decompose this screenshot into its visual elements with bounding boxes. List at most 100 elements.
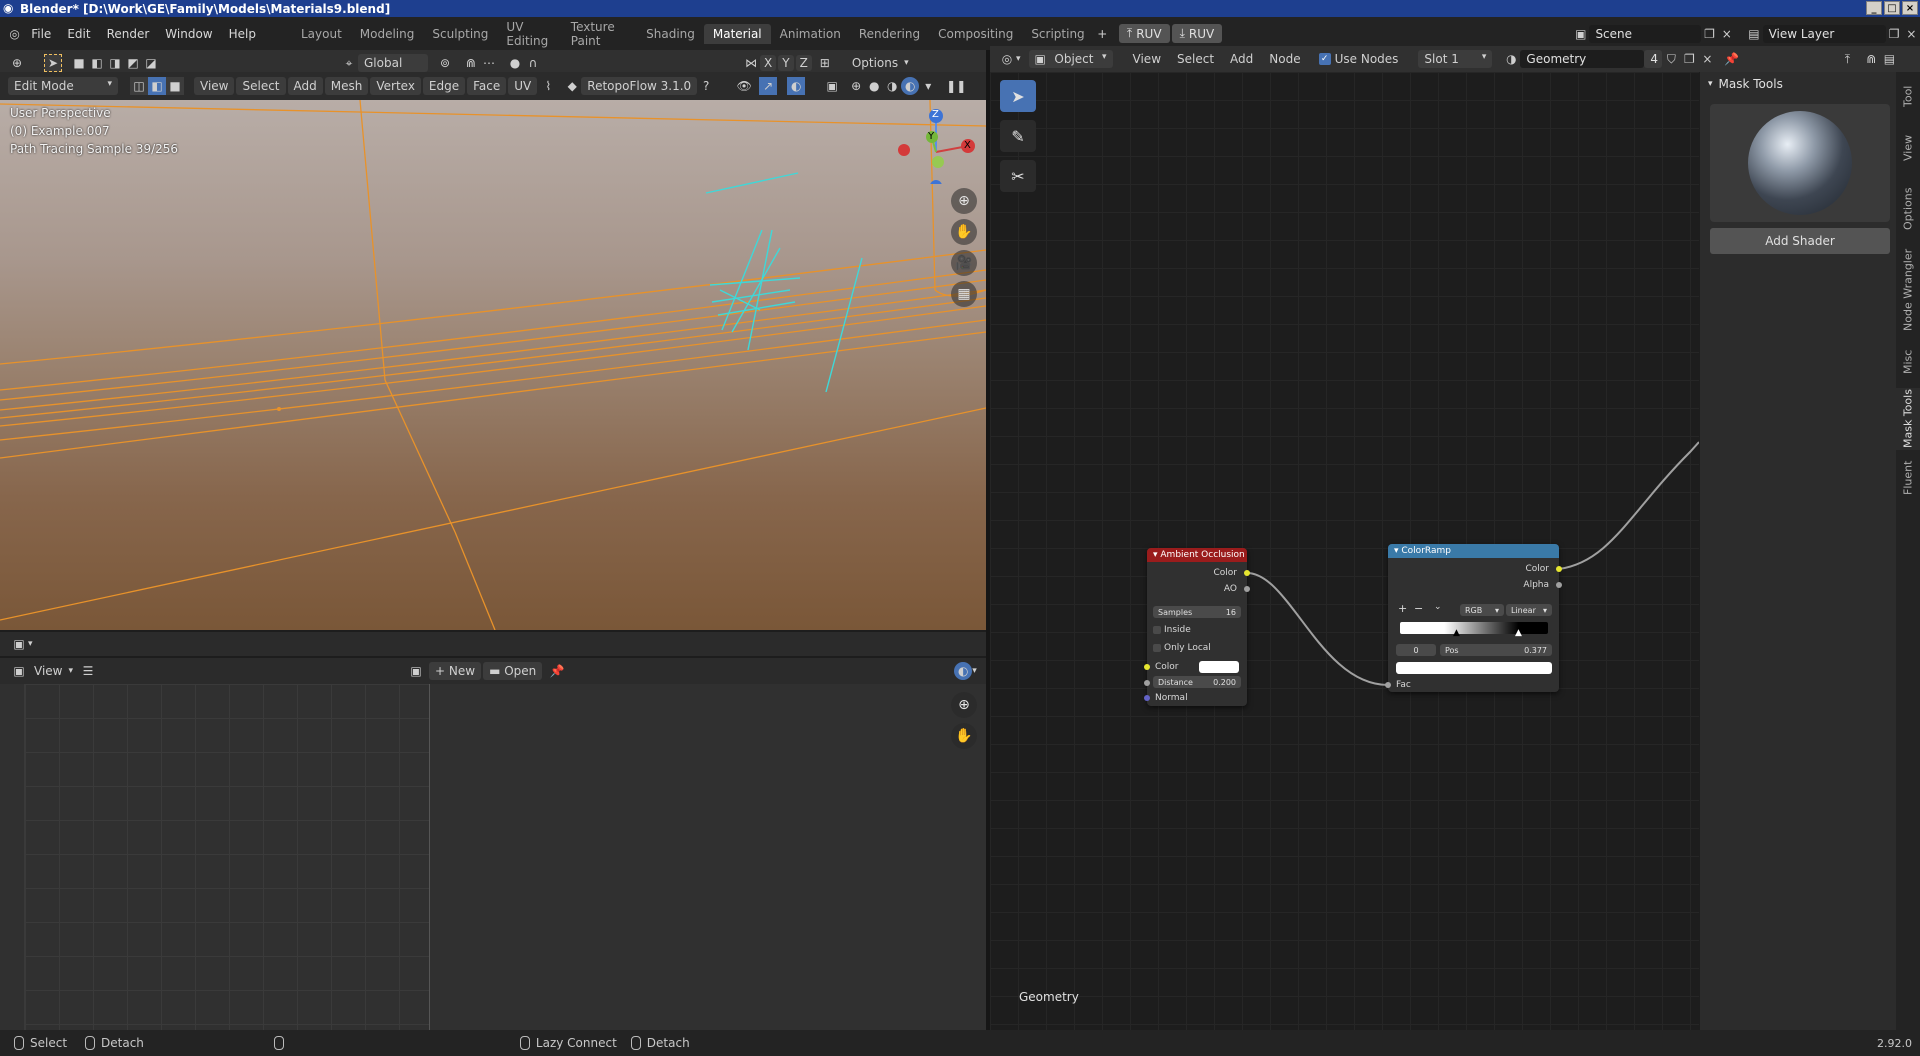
node-menu-node[interactable]: Node: [1263, 50, 1306, 68]
node-editor[interactable]: ➤ ✎ ✂ ▾ Ambient Occlusion Color AO Sampl…: [990, 72, 1699, 1030]
options-dropdown[interactable]: Options: [846, 54, 904, 72]
unlink-material-icon[interactable]: ×: [1698, 50, 1716, 68]
close-window-button[interactable]: ×: [1902, 1, 1918, 15]
solid-shading-icon[interactable]: ●: [865, 77, 883, 95]
scene-icon[interactable]: ▣: [1572, 25, 1589, 43]
pivot-point-icon[interactable]: ⊚: [436, 54, 454, 72]
node-menu-view[interactable]: View: [1127, 50, 1167, 68]
editor-type-icon[interactable]: ⊕: [8, 54, 26, 72]
face-select-icon[interactable]: ■: [166, 77, 184, 95]
shader-type-dropdown[interactable]: ▣ Object ▾: [1028, 50, 1113, 68]
view-layer-field[interactable]: View Layer: [1762, 24, 1886, 43]
ramp-stop-color-swatch[interactable]: [1396, 662, 1552, 674]
material-name-field[interactable]: Geometry: [1520, 50, 1645, 68]
pan-hand-icon[interactable]: ✋: [951, 219, 977, 245]
3d-viewport[interactable]: User Perspective (0) Example.007 Path Tr…: [0, 100, 986, 630]
snap-icon[interactable]: ⋒: [462, 54, 480, 72]
snap-options-icon[interactable]: ▤: [1880, 50, 1898, 68]
workspace-tab-animation[interactable]: Animation: [771, 24, 850, 44]
sidebar-tab-misc[interactable]: Misc: [1896, 342, 1920, 382]
ramp-gradient-bar[interactable]: [1400, 622, 1548, 634]
wireframe-shading-icon[interactable]: ⊕: [847, 77, 865, 95]
slot-dropdown[interactable]: Slot 1 ▾: [1418, 50, 1493, 68]
viewport-menu-view[interactable]: View: [194, 77, 235, 95]
workspace-tab-compositing[interactable]: Compositing: [929, 24, 1022, 44]
viewport-menu-mesh[interactable]: Mesh: [324, 77, 369, 95]
viewport-menu-add[interactable]: Add: [287, 77, 323, 95]
xray-icon[interactable]: ▣: [823, 77, 841, 95]
auto-merge-icon[interactable]: ⊞: [816, 54, 834, 72]
rendered-shading-icon[interactable]: ◐: [901, 77, 920, 95]
select-tool-icon[interactable]: ➤: [44, 54, 62, 72]
workspace-tab-uv-editing[interactable]: UV Editing: [497, 17, 561, 51]
sidebar-tab-options[interactable]: Options: [1896, 180, 1920, 238]
ramp-add-stop-icon[interactable]: +: [1398, 602, 1407, 615]
select-new-icon[interactable]: ■: [70, 54, 88, 72]
blender-menu-icon[interactable]: ◎: [6, 25, 23, 43]
mirror-y-toggle[interactable]: Y: [778, 55, 794, 71]
retopoflow-icon[interactable]: ◆: [563, 77, 581, 95]
mask-tools-panel-header[interactable]: ▾ Mask Tools: [1700, 72, 1896, 96]
ao-ao-output-socket[interactable]: [1244, 586, 1250, 592]
pause-render-icon[interactable]: ❚❚: [946, 77, 966, 95]
pin-icon[interactable]: 📌: [1722, 50, 1740, 68]
view-layer-icon[interactable]: ▤: [1745, 25, 1762, 43]
ao-samples-field[interactable]: Samples 16: [1153, 606, 1241, 618]
color-ramp-header[interactable]: ▾ ColorRamp: [1388, 544, 1559, 558]
parent-node-tree-icon[interactable]: ⤒: [1838, 50, 1856, 68]
sidebar-tab-fluent[interactable]: Fluent: [1896, 456, 1920, 500]
visibility-icon[interactable]: 👁: [735, 77, 753, 95]
ao-inside-checkbox[interactable]: [1153, 626, 1161, 634]
camera-icon[interactable]: 🎥: [951, 250, 977, 276]
ao-color-input-socket[interactable]: [1144, 664, 1150, 670]
select-extend-icon[interactable]: ◧: [88, 54, 106, 72]
mode-dropdown[interactable]: Edit Mode ▾: [8, 77, 118, 95]
sidebar-tab-view[interactable]: View: [1896, 122, 1920, 174]
menu-file[interactable]: File: [23, 27, 59, 41]
menu-help[interactable]: Help: [221, 27, 264, 41]
editor-type-icon[interactable]: ◎: [998, 50, 1016, 68]
mirror-z-toggle[interactable]: Z: [795, 55, 812, 71]
ramp-color-mode-dropdown[interactable]: RGB ▾: [1460, 604, 1504, 616]
image-editor[interactable]: ⊕ ✋: [0, 684, 986, 1030]
ao-normal-socket[interactable]: [1144, 695, 1150, 701]
ao-distance-field[interactable]: Distance 0.200: [1153, 676, 1241, 688]
menu-render[interactable]: Render: [99, 27, 158, 41]
edge-select-icon[interactable]: ◧: [148, 77, 166, 95]
ramp-interpolation-dropdown[interactable]: Linear ▾: [1506, 604, 1552, 616]
ramp-pos-field[interactable]: Pos 0.377: [1440, 644, 1552, 656]
delete-view-layer-icon[interactable]: ×: [1903, 25, 1920, 43]
menu-edit[interactable]: Edit: [59, 27, 98, 41]
help-icon[interactable]: ?: [697, 77, 715, 95]
menu-window[interactable]: Window: [157, 27, 220, 41]
node-menu-select[interactable]: Select: [1171, 50, 1220, 68]
ao-node-header[interactable]: ▾ Ambient Occlusion: [1147, 548, 1247, 562]
new-image-button[interactable]: + New: [429, 662, 482, 680]
workspace-tab-sculpting[interactable]: Sculpting: [423, 24, 497, 44]
pin-icon[interactable]: 📌: [548, 662, 566, 680]
editor-type-icon[interactable]: ▣: [10, 635, 28, 653]
viewport-menu-face[interactable]: Face: [467, 77, 507, 95]
viewport-menu-vertex[interactable]: Vertex: [370, 77, 421, 95]
snap-target-icon[interactable]: ⋯: [480, 54, 498, 72]
transform-orientation-dropdown[interactable]: Global: [358, 54, 428, 72]
workspace-tab-scripting[interactable]: Scripting: [1022, 24, 1093, 44]
delete-scene-icon[interactable]: ×: [1718, 25, 1735, 43]
new-scene-icon[interactable]: ❐: [1701, 25, 1718, 43]
orientation-icon[interactable]: ⌖: [340, 54, 358, 72]
pan-hand-icon[interactable]: ✋: [951, 723, 977, 749]
fake-user-icon[interactable]: ⛉: [1662, 50, 1680, 68]
snap-icon[interactable]: ⋒: [1862, 50, 1880, 68]
proportional-edit-icon[interactable]: ●: [506, 54, 524, 72]
overlay-toggle-icon[interactable]: ◐: [787, 77, 806, 95]
zoom-icon[interactable]: ⊕: [951, 188, 977, 214]
ruv-button-2[interactable]: ⤓ RUV: [1171, 24, 1223, 43]
ambient-occlusion-node[interactable]: ▾ Ambient Occlusion Color AO Samples 16 I…: [1144, 548, 1250, 706]
select-subtract-icon[interactable]: ◨: [106, 54, 124, 72]
workspace-tab-material[interactable]: Material: [703, 23, 771, 44]
ramp-remove-stop-icon[interactable]: −: [1414, 602, 1423, 615]
material-shading-icon[interactable]: ◑: [883, 77, 901, 95]
scene-field[interactable]: Scene: [1589, 24, 1701, 43]
zoom-icon[interactable]: ⊕: [951, 692, 977, 718]
use-nodes-toggle[interactable]: ✓ Use Nodes: [1318, 52, 1398, 66]
